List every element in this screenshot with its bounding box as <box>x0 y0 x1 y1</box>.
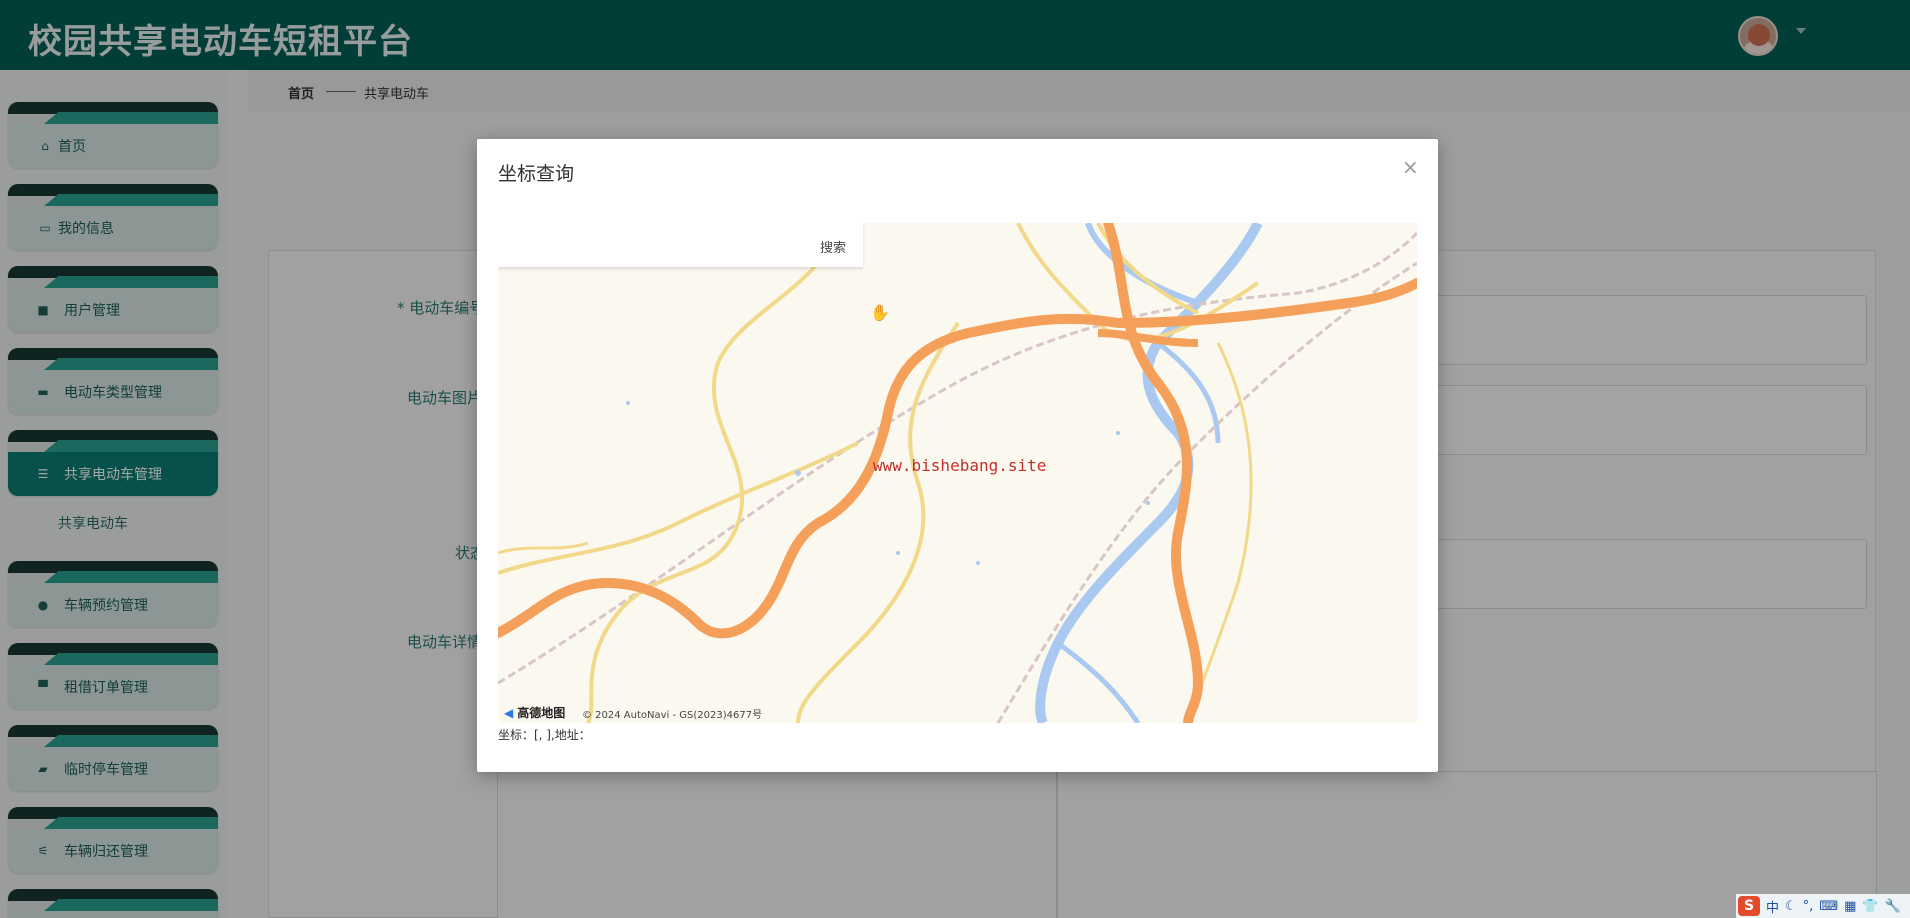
wrench-icon[interactable]: 🔧 <box>1885 899 1901 914</box>
map-search-bar: 搜索 <box>498 223 863 267</box>
punctuation-icon[interactable]: °, <box>1803 899 1814 914</box>
grid-icon[interactable]: ▦ <box>1844 899 1856 914</box>
close-icon[interactable]: × <box>1402 155 1419 179</box>
map-view[interactable]: ✋ 搜索 www.bishebang.site ◀ 高德地图 © 2024 Au… <box>498 223 1417 723</box>
map-copyright: © 2024 AutoNavi - GS(2023)4677号 <box>582 710 763 721</box>
coordinate-query-modal: 坐标查询 × ✋ 搜索 www.bishebang.site ◀ 高德地图 © … <box>477 139 1438 772</box>
map-search-button[interactable]: 搜索 <box>820 237 846 256</box>
modal-title: 坐标查询 <box>498 163 575 185</box>
amap-logo-icon: ◀ <box>504 705 514 720</box>
ime-mode-indicator[interactable]: 中 <box>1766 897 1779 916</box>
map-search-input[interactable] <box>498 223 818 267</box>
system-tray: S 中 ☾ °, ⌨ ▦ 👕 🔧 <box>1736 894 1910 918</box>
keyboard-icon[interactable]: ⌨ <box>1819 899 1838 914</box>
sogou-ime-icon[interactable]: S <box>1738 896 1760 916</box>
watermark-text: www.bishebang.site <box>873 456 1047 475</box>
svg-text:✋: ✋ <box>870 303 890 322</box>
coordinate-address-text: 坐标：[, ],地址： <box>498 728 591 742</box>
map-logo-text: 高德地图 <box>517 706 566 720</box>
shirt-icon[interactable]: 👕 <box>1862 899 1878 914</box>
moon-icon[interactable]: ☾ <box>1785 899 1797 914</box>
map-logo: ◀ 高德地图 <box>504 704 565 721</box>
